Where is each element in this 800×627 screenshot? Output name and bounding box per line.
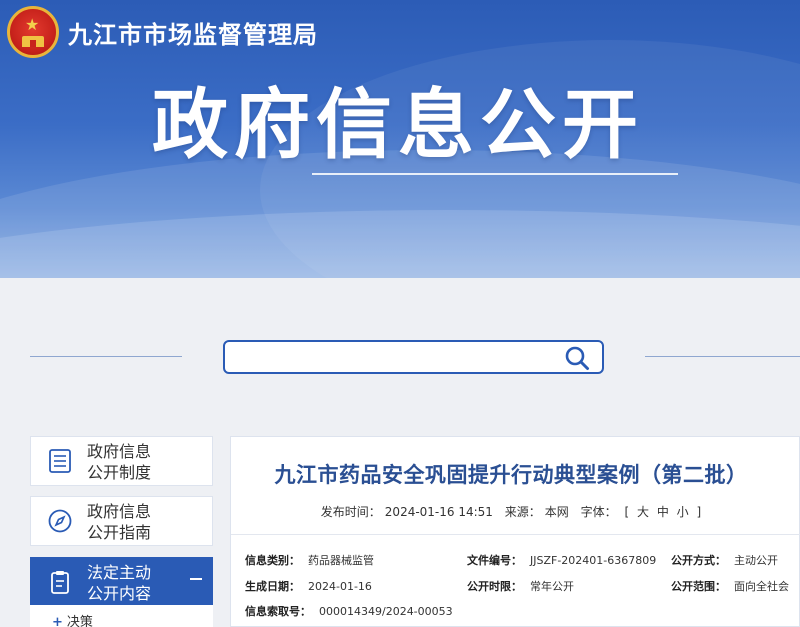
sidebar-item-label: 政府信息 公开指南 [87, 502, 152, 542]
sidebar-item-label: 法定主动 公开内容 [87, 563, 152, 603]
search-divider-right [645, 356, 800, 357]
font-size-large-button[interactable]: 大 [637, 505, 649, 519]
info-period: 公开时限： 常年公开 [467, 578, 574, 594]
info-doc-no: 文件编号： JJSZF-202401-6367809 [467, 552, 656, 568]
info-value: 主动公开 [734, 554, 778, 567]
info-label: 信息类别： [245, 554, 300, 567]
clipboard-icon [51, 571, 69, 594]
sidebar-subitem-decision[interactable]: + 决策 [52, 611, 93, 627]
info-label: 生成日期： [245, 580, 300, 593]
font-bracket-close: ] [696, 505, 702, 519]
font-size-medium-button[interactable]: 中 [657, 505, 669, 519]
article-panel: 九江市药品安全巩固提升行动典型案例（第二批） 发布时间： 2024-01-16 1… [230, 436, 800, 627]
info-value: 000014349/2024-00053 [319, 605, 453, 618]
info-value: JJSZF-202401-6367809 [530, 554, 657, 567]
sidebar-item-statutory-content[interactable]: 法定主动 公开内容 [30, 557, 213, 607]
info-value: 药品器械监管 [308, 554, 374, 567]
divider [231, 534, 800, 535]
national-emblem-icon: ★ [7, 6, 59, 58]
compass-icon [48, 509, 72, 533]
info-label: 信息索取号： [245, 605, 311, 618]
info-category: 信息类别： 药品器械监管 [245, 552, 374, 568]
expand-icon[interactable]: + [52, 615, 63, 627]
source-value: 本网 [544, 505, 569, 519]
info-label: 公开方式： [671, 554, 726, 567]
info-value: 2024-01-16 [308, 580, 372, 593]
info-value: 常年公开 [530, 580, 574, 593]
header-banner: ★ 九江市市场监督管理局 政府信息公开 [0, 0, 800, 278]
search-icon[interactable] [564, 345, 590, 371]
info-method: 公开方式： 主动公开 [671, 552, 778, 568]
font-label: 字体： [580, 505, 617, 519]
org-name[interactable]: 九江市市场监督管理局 [68, 15, 318, 50]
document-list-icon [49, 449, 71, 473]
publish-label: 发布时间： [320, 505, 381, 519]
search-input[interactable] [233, 346, 553, 368]
info-value: 面向全社会 [734, 580, 789, 593]
source-label: 来源： [504, 505, 541, 519]
info-date: 生成日期： 2024-01-16 [245, 578, 372, 594]
sidebar-subitem-label: 决策 [66, 615, 93, 627]
search-box [223, 340, 604, 374]
info-scope: 公开范围： 面向全社会 [671, 578, 789, 594]
banner-title: 政府信息公开 [152, 80, 644, 169]
search-divider-left [30, 356, 182, 357]
article-title: 九江市药品安全巩固提升行动典型案例（第二批） [274, 463, 748, 487]
publish-time: 2024-01-16 14:51 [384, 505, 493, 519]
sidebar-item-disclosure-guide[interactable]: 政府信息 公开指南 [30, 496, 213, 546]
info-label: 文件编号： [467, 554, 522, 567]
info-label: 公开范围： [671, 580, 726, 593]
sidebar-item-label: 政府信息 公开制度 [87, 442, 152, 482]
article-meta: 发布时间： 2024-01-16 14:51 来源： 本网 字体： [ 大 中 小 … [231, 503, 791, 520]
font-bracket-open: [ [624, 505, 630, 519]
font-size-small-button[interactable]: 小 [677, 505, 689, 519]
collapse-icon[interactable] [190, 578, 202, 580]
info-label: 公开时限： [467, 580, 522, 593]
info-index: 信息索取号： 000014349/2024-00053 [245, 603, 453, 619]
title-underline [312, 173, 678, 175]
sidebar-item-disclosure-system[interactable]: 政府信息 公开制度 [30, 436, 213, 486]
